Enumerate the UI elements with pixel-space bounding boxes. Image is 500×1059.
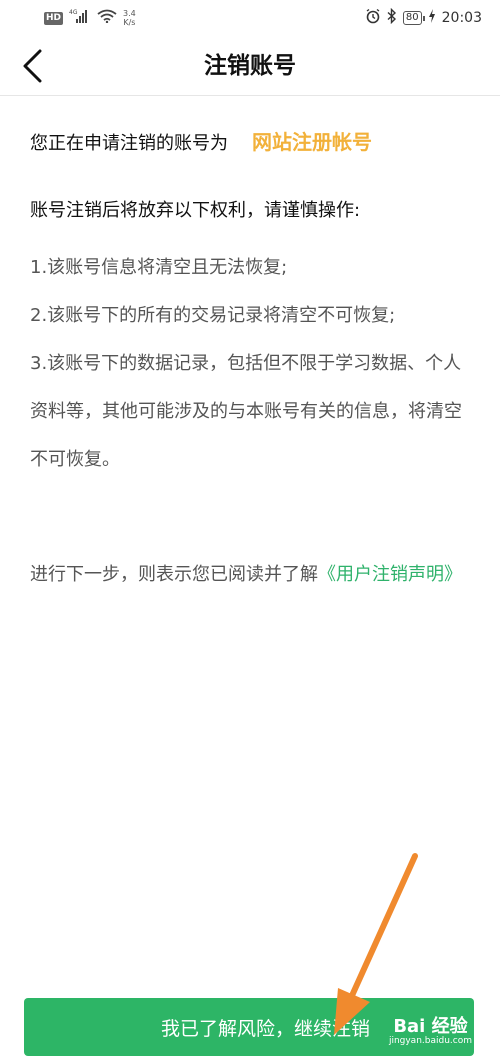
intro-text: 您正在申请注销的账号为 (30, 133, 228, 154)
alarm-icon (365, 8, 381, 28)
account-name: 网站注册帐号 (252, 130, 372, 154)
annotation-arrow-icon (334, 853, 418, 1035)
app-header: 注销账号 (0, 36, 500, 96)
network-type: 4G (69, 9, 78, 16)
page-title: 注销账号 (204, 53, 296, 79)
term-item-1: 1.该账号信息将清空且无法恢复; (30, 257, 288, 278)
term-item-2: 2.该账号下的所有的交易记录将清空不可恢复; (30, 305, 396, 326)
speed-unit: K/s (123, 18, 136, 27)
term-item-3: 3.该账号下的数据记录，包括但不限于学习数据、个人资料等，其他可能涉及的与本账号… (30, 353, 462, 470)
status-left: HD 4G 3.4 K/s (44, 9, 136, 27)
bluetooth-icon (387, 7, 397, 28)
statement: 进行下一步，则表示您已阅读并了解《用户注销声明》 (30, 560, 475, 590)
wifi-icon (97, 9, 117, 27)
warning-title: 账号注销后将放弃以下权利，请谨慎操作: (30, 200, 361, 221)
status-bar: HD 4G 3.4 K/s 80 20:03 (0, 0, 500, 36)
network-speed: 3.4 K/s (123, 9, 136, 27)
page: HD 4G 3.4 K/s 80 20:03 注销账号 您正在申请注销的账号为 … (0, 0, 500, 1059)
charging-icon (428, 9, 436, 27)
statement-link[interactable]: 《用户注销声明》 (318, 564, 462, 585)
terms-list: 1.该账号信息将清空且无法恢复; 2.该账号下的所有的交易记录将清空不可恢复; … (30, 244, 475, 484)
hd-badge: HD (44, 11, 64, 25)
signal-icon: 4G (69, 9, 91, 27)
intro-row: 您正在申请注销的账号为 网站注册帐号 (30, 126, 480, 155)
speed-value: 3.4 (123, 9, 136, 18)
back-button[interactable] (12, 44, 52, 88)
statement-text: 进行下一步，则表示您已阅读并了解 (30, 564, 318, 585)
status-right: 80 20:03 (365, 7, 482, 28)
battery-icon: 80 (402, 11, 425, 25)
clock-time: 20:03 (441, 10, 482, 26)
chevron-left-icon (23, 49, 42, 83)
